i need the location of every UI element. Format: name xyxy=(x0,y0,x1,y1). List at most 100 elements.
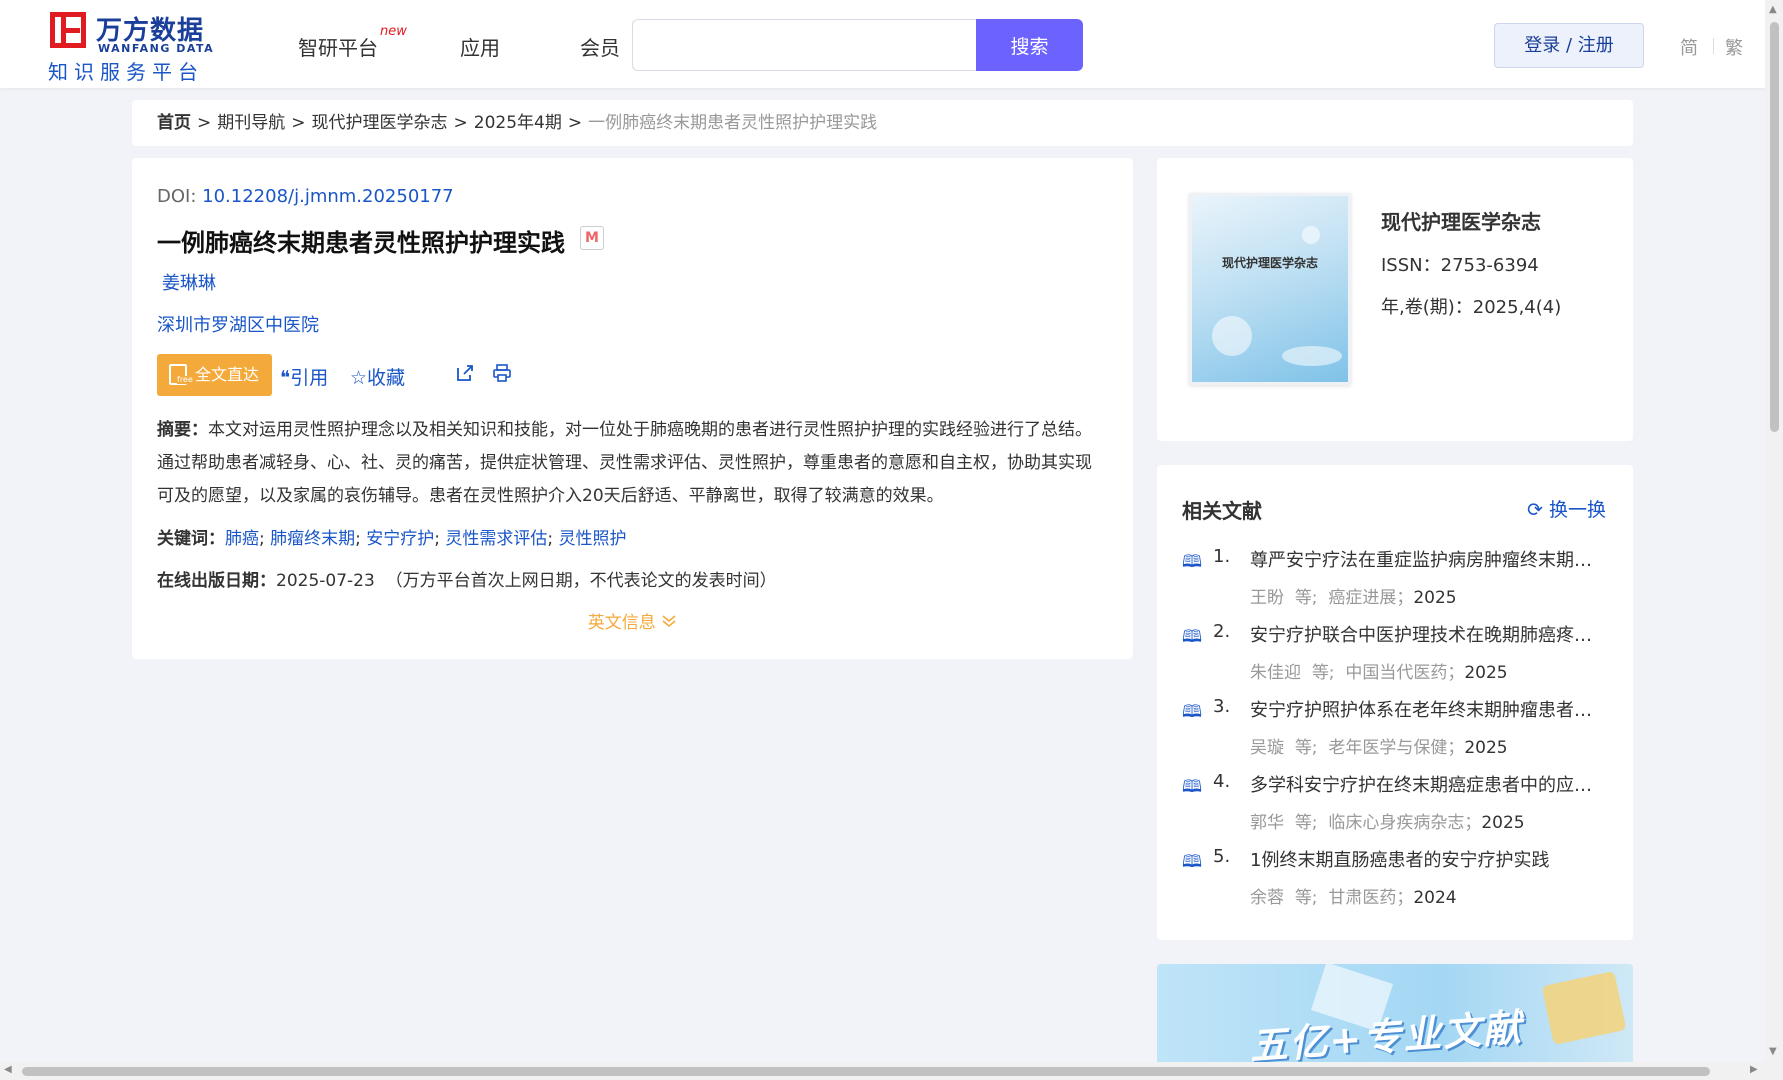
horizontal-scroll-thumb[interactable] xyxy=(22,1067,1710,1076)
scroll-right-arrow-icon[interactable]: ▶ xyxy=(1750,1064,1758,1075)
related-title-link[interactable]: 1例终末期直肠癌患者的安宁疗护实践 xyxy=(1250,846,1605,872)
english-info-toggle[interactable]: 英文信息 xyxy=(132,608,1133,633)
refresh-icon: ⟳ xyxy=(1527,499,1543,521)
journal-volume: 年,卷(期)：2025,4(4) xyxy=(1381,297,1562,318)
related-journal[interactable]: 癌症进展 xyxy=(1328,588,1396,608)
breadcrumb-sep: > xyxy=(453,113,468,133)
vertical-scrollbar[interactable]: ▲ ▼ xyxy=(1765,0,1783,1080)
scroll-down-arrow-icon[interactable]: ▼ xyxy=(1769,1046,1777,1057)
pubdate-note: （万方平台首次上网日期，不代表论文的发表时间） xyxy=(385,571,777,591)
related-num: 4. xyxy=(1213,771,1231,792)
breadcrumb-sep: > xyxy=(567,113,583,133)
refresh-button[interactable]: ⟳ 换一换 xyxy=(1527,495,1606,522)
breadcrumb-issue[interactable]: 2025年4期 xyxy=(474,113,562,133)
keyword-link[interactable]: 安宁疗护 xyxy=(366,529,434,549)
wanfang-logo[interactable]: 万方数据 WANFANG DATA 知识服务平台 xyxy=(48,10,218,84)
favorite-label: 收藏 xyxy=(367,367,406,389)
search-button[interactable]: 搜索 xyxy=(976,19,1083,71)
vertical-scroll-thumb[interactable] xyxy=(1770,22,1779,432)
keyword-link[interactable]: 肺癌 xyxy=(225,529,259,549)
cover-decoration xyxy=(1302,226,1320,244)
related-journal[interactable]: 甘肃医药 xyxy=(1328,888,1396,908)
keyword-link[interactable]: 灵性照护 xyxy=(559,529,627,549)
fulltext-button[interactable]: 全文直达 xyxy=(157,354,272,396)
related-literature-card: 相关文献 ⟳ 换一换 🕮 1. 尊严安宁疗法在重症监护病房肿瘤终末期患者中的应用… xyxy=(1157,465,1633,940)
nav-apps[interactable]: 应用 xyxy=(460,32,500,61)
doi-link[interactable]: 10.12208/j.jmnm.20250177 xyxy=(202,186,454,207)
book-icon: 🕮 xyxy=(1182,777,1203,797)
journal-cover[interactable]: 现代护理医学杂志 xyxy=(1189,193,1351,385)
related-title-link[interactable]: 尊严安宁疗法在重症监护病房肿瘤终末期患者中的应用 xyxy=(1250,546,1605,572)
scroll-left-arrow-icon[interactable]: ◀ xyxy=(4,1064,12,1075)
breadcrumb-home[interactable]: 首页 xyxy=(157,113,191,133)
refresh-label: 换一换 xyxy=(1548,499,1606,521)
related-etal: 等; xyxy=(1294,813,1318,833)
doi-label: DOI: xyxy=(157,186,197,207)
related-year: 2025 xyxy=(1413,588,1457,608)
journal-name[interactable]: 现代护理医学杂志 xyxy=(1381,206,1541,235)
print-icon xyxy=(493,364,511,382)
breadcrumb-sep: > xyxy=(197,113,212,133)
related-title-link[interactable]: 安宁疗护照护体系在老年终末期肿瘤患者中的应用 xyxy=(1250,696,1605,722)
related-year: 2025 xyxy=(1481,813,1525,833)
keywords: 关键词：肺癌; 肺瘤终末期; 安宁疗护; 灵性需求评估; 灵性照护 xyxy=(157,529,627,549)
breadcrumb-journal[interactable]: 现代护理医学杂志 xyxy=(312,113,448,133)
article-title: 一例肺癌终末期患者灵性照护护理实践 xyxy=(157,229,565,257)
author-link[interactable]: 姜琳琳 xyxy=(162,269,216,295)
related-year: 2025 xyxy=(1464,663,1508,683)
related-num: 1. xyxy=(1213,546,1231,567)
online-publish-date: 在线出版日期：2025-07-23 （万方平台首次上网日期，不代表论文的发表时间… xyxy=(157,566,777,591)
book-icon: 🕮 xyxy=(1182,627,1203,647)
cover-title: 现代护理医学杂志 xyxy=(1221,256,1318,270)
related-author[interactable]: 吴璇 xyxy=(1250,738,1284,758)
related-year: 2025 xyxy=(1464,738,1508,758)
related-meta: 王盼 等; 癌症进展；2025 xyxy=(1250,588,1457,608)
keyword-link[interactable]: 肺瘤终末期 xyxy=(270,529,355,549)
lang-traditional[interactable]: 繁 xyxy=(1725,34,1743,60)
related-author[interactable]: 余蓉 xyxy=(1250,888,1284,908)
abstract: 摘要：本文对运用灵性照护理念以及相关知识和技能，对一位处于肺癌晚期的患者进行灵性… xyxy=(157,414,1107,513)
print-button[interactable] xyxy=(492,363,512,388)
related-author[interactable]: 王盼 xyxy=(1250,588,1284,608)
related-etal: 等; xyxy=(1311,663,1335,683)
promo-banner[interactable]: 五亿+专业文献 xyxy=(1157,964,1633,1062)
cite-button[interactable]: ❝引用 xyxy=(280,363,328,390)
share-button[interactable] xyxy=(455,363,475,388)
mendeley-icon[interactable]: M xyxy=(580,226,604,250)
top-header: 万方数据 WANFANG DATA 知识服务平台 智研平台 new 应用 会员 … xyxy=(0,0,1765,88)
related-title: 相关文献 xyxy=(1182,499,1262,523)
english-info-label: 英文信息 xyxy=(587,613,656,633)
logo-subtitle: 知识服务平台 xyxy=(48,60,204,84)
related-author[interactable]: 郭华 xyxy=(1250,813,1284,833)
nav-new-badge: new xyxy=(380,24,407,39)
related-author[interactable]: 朱佳迎 xyxy=(1250,663,1301,683)
article-card: DOI: 10.12208/j.jmnm.20250177 一例肺癌终末期患者灵… xyxy=(132,158,1133,659)
nav-membership[interactable]: 会员 xyxy=(580,32,620,61)
cover-decoration xyxy=(1212,316,1252,356)
related-title-link[interactable]: 多学科安宁疗护在终末期癌症患者中的应用效果 xyxy=(1250,771,1605,797)
search-input[interactable] xyxy=(632,19,977,71)
related-title-link[interactable]: 安宁疗护联合中医护理技术在晚期肺癌疼痛患者中的应用 xyxy=(1250,621,1605,647)
doi-line: DOI: 10.12208/j.jmnm.20250177 xyxy=(157,186,454,207)
pubdate-value: 2025-07-23 xyxy=(276,571,375,591)
breadcrumb-journal-nav[interactable]: 期刊导航 xyxy=(217,113,285,133)
related-etal: 等; xyxy=(1294,588,1318,608)
lang-simplified[interactable]: 简 xyxy=(1680,34,1698,60)
related-etal: 等; xyxy=(1294,738,1318,758)
organization-link[interactable]: 深圳市罗湖区中医院 xyxy=(157,311,319,337)
chevron-down-icon xyxy=(662,615,676,628)
horizontal-scrollbar[interactable]: ◀ ▶ xyxy=(0,1062,1765,1080)
nav-zhiyan[interactable]: 智研平台 xyxy=(298,32,378,61)
related-journal[interactable]: 老年医学与保健 xyxy=(1328,738,1447,758)
favorite-button[interactable]: ☆收藏 xyxy=(350,363,405,390)
keyword-link[interactable]: 灵性需求评估 xyxy=(445,529,547,549)
scroll-up-arrow-icon[interactable]: ▲ xyxy=(1769,4,1777,15)
banner-book-icon xyxy=(1541,970,1627,1046)
login-register-button[interactable]: 登录 / 注册 xyxy=(1494,23,1644,68)
related-etal: 等; xyxy=(1294,888,1318,908)
breadcrumb-current: 一例肺癌终末期患者灵性照护护理实践 xyxy=(588,113,878,133)
share-icon xyxy=(457,365,473,381)
related-num: 3. xyxy=(1213,696,1231,717)
related-journal[interactable]: 临床心身疾病杂志 xyxy=(1328,813,1464,833)
related-journal[interactable]: 中国当代医药 xyxy=(1345,663,1447,683)
